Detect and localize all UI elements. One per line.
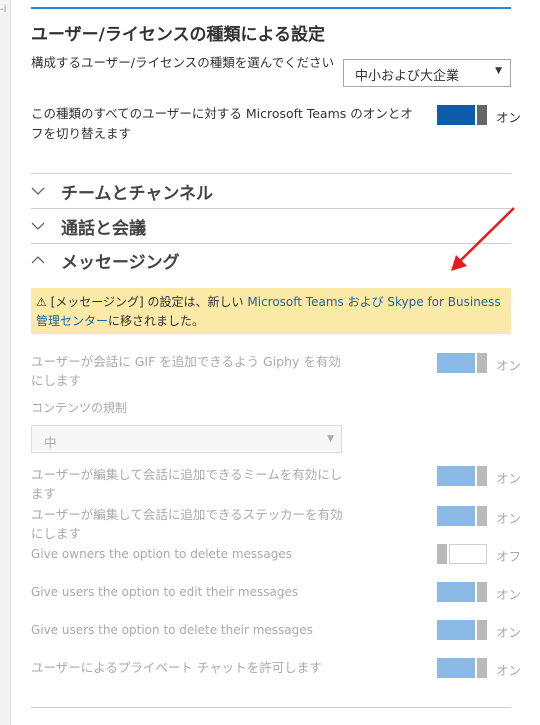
section-messaging[interactable]: メッセージング bbox=[31, 245, 180, 275]
users-edit-toggle-state: オン bbox=[496, 587, 522, 602]
giphy-toggle[interactable] bbox=[437, 353, 487, 373]
owners-delete-setting-label: Give owners the option to delete message… bbox=[31, 547, 293, 561]
section-teams-channels[interactable]: チームとチャンネル bbox=[31, 176, 213, 206]
giphy-toggle-state: オン bbox=[496, 358, 522, 373]
notice-text-suffix: に移されました。 bbox=[108, 314, 205, 328]
chevron-down-icon bbox=[31, 222, 45, 230]
stickers-toggle-state: オン bbox=[496, 511, 522, 526]
private-chat-toggle-state: オン bbox=[496, 663, 522, 678]
users-edit-setting-label: Give users the option to edit their mess… bbox=[31, 585, 299, 599]
giphy-setting-label: ユーザーが会話に GIF を追加できるよう Giphy を有効にします bbox=[31, 354, 341, 388]
migration-notice: ⚠ [メッセージング] の設定は、新しい Microsoft Teams および… bbox=[31, 288, 511, 334]
chevron-down-icon bbox=[31, 187, 45, 195]
users-delete-setting-label: Give users the option to delete their me… bbox=[31, 623, 313, 637]
divider bbox=[31, 208, 511, 209]
section-label: チームとチャンネル bbox=[61, 183, 213, 204]
private-chat-toggle[interactable] bbox=[437, 658, 487, 678]
license-type-value: 中小および大企業 bbox=[355, 69, 460, 84]
memes-setting-label: ユーザーが編集して会話に追加できるミームを有効にします bbox=[31, 467, 343, 501]
section-label: メッセージング bbox=[61, 252, 180, 273]
stickers-setting-label: ユーザーが編集して会話に追加できるステッカーを有効にします bbox=[31, 507, 343, 541]
users-delete-toggle-state: オン bbox=[496, 625, 522, 640]
divider bbox=[31, 243, 511, 244]
private-chat-setting-label: ユーザーによるプライベート チャットを許可します bbox=[31, 660, 322, 675]
top-accent-line bbox=[31, 7, 511, 9]
notice-text: [メッセージング] の設定は、新しい bbox=[50, 295, 244, 309]
license-type-select[interactable]: 中小および大企業 ▼ bbox=[343, 59, 511, 87]
users-edit-toggle[interactable] bbox=[437, 582, 487, 602]
section-calls-meetings[interactable]: 通話と会議 bbox=[31, 211, 146, 241]
owners-delete-toggle-state: オフ bbox=[496, 549, 522, 564]
memes-toggle-state: オン bbox=[496, 471, 522, 486]
dropdown-arrow-icon: ▼ bbox=[495, 66, 502, 76]
teams-master-toggle[interactable] bbox=[437, 105, 487, 125]
users-delete-toggle[interactable] bbox=[437, 620, 487, 640]
stickers-toggle[interactable] bbox=[437, 506, 487, 526]
owners-delete-toggle[interactable] bbox=[437, 544, 487, 564]
dropdown-arrow-icon: ▼ bbox=[327, 434, 334, 444]
teams-master-toggle-label: この種類のすべてのユーザーに対する Microsoft Teams のオンとオフ… bbox=[31, 106, 413, 141]
content-rating-value: 中 bbox=[44, 435, 57, 450]
license-type-label: 構成するユーザー/ライセンスの種類を選んでください bbox=[31, 55, 335, 70]
divider bbox=[31, 707, 511, 708]
content-rating-select[interactable]: 中 ▼ bbox=[31, 425, 342, 453]
chevron-up-icon bbox=[31, 256, 45, 264]
warning-icon: ⚠ bbox=[36, 295, 47, 309]
left-fragment-text: -i bbox=[0, 4, 7, 15]
red-annotation-arrow-icon bbox=[451, 207, 515, 271]
content-rating-label: コンテンツの規制 bbox=[31, 401, 128, 415]
divider bbox=[31, 173, 511, 174]
section-label: 通話と会議 bbox=[61, 218, 146, 239]
left-background-strip: -i bbox=[0, 0, 11, 725]
teams-master-toggle-state: オン bbox=[496, 110, 522, 125]
page-title: ユーザー/ライセンスの種類による設定 bbox=[31, 25, 326, 45]
memes-toggle[interactable] bbox=[437, 466, 487, 486]
